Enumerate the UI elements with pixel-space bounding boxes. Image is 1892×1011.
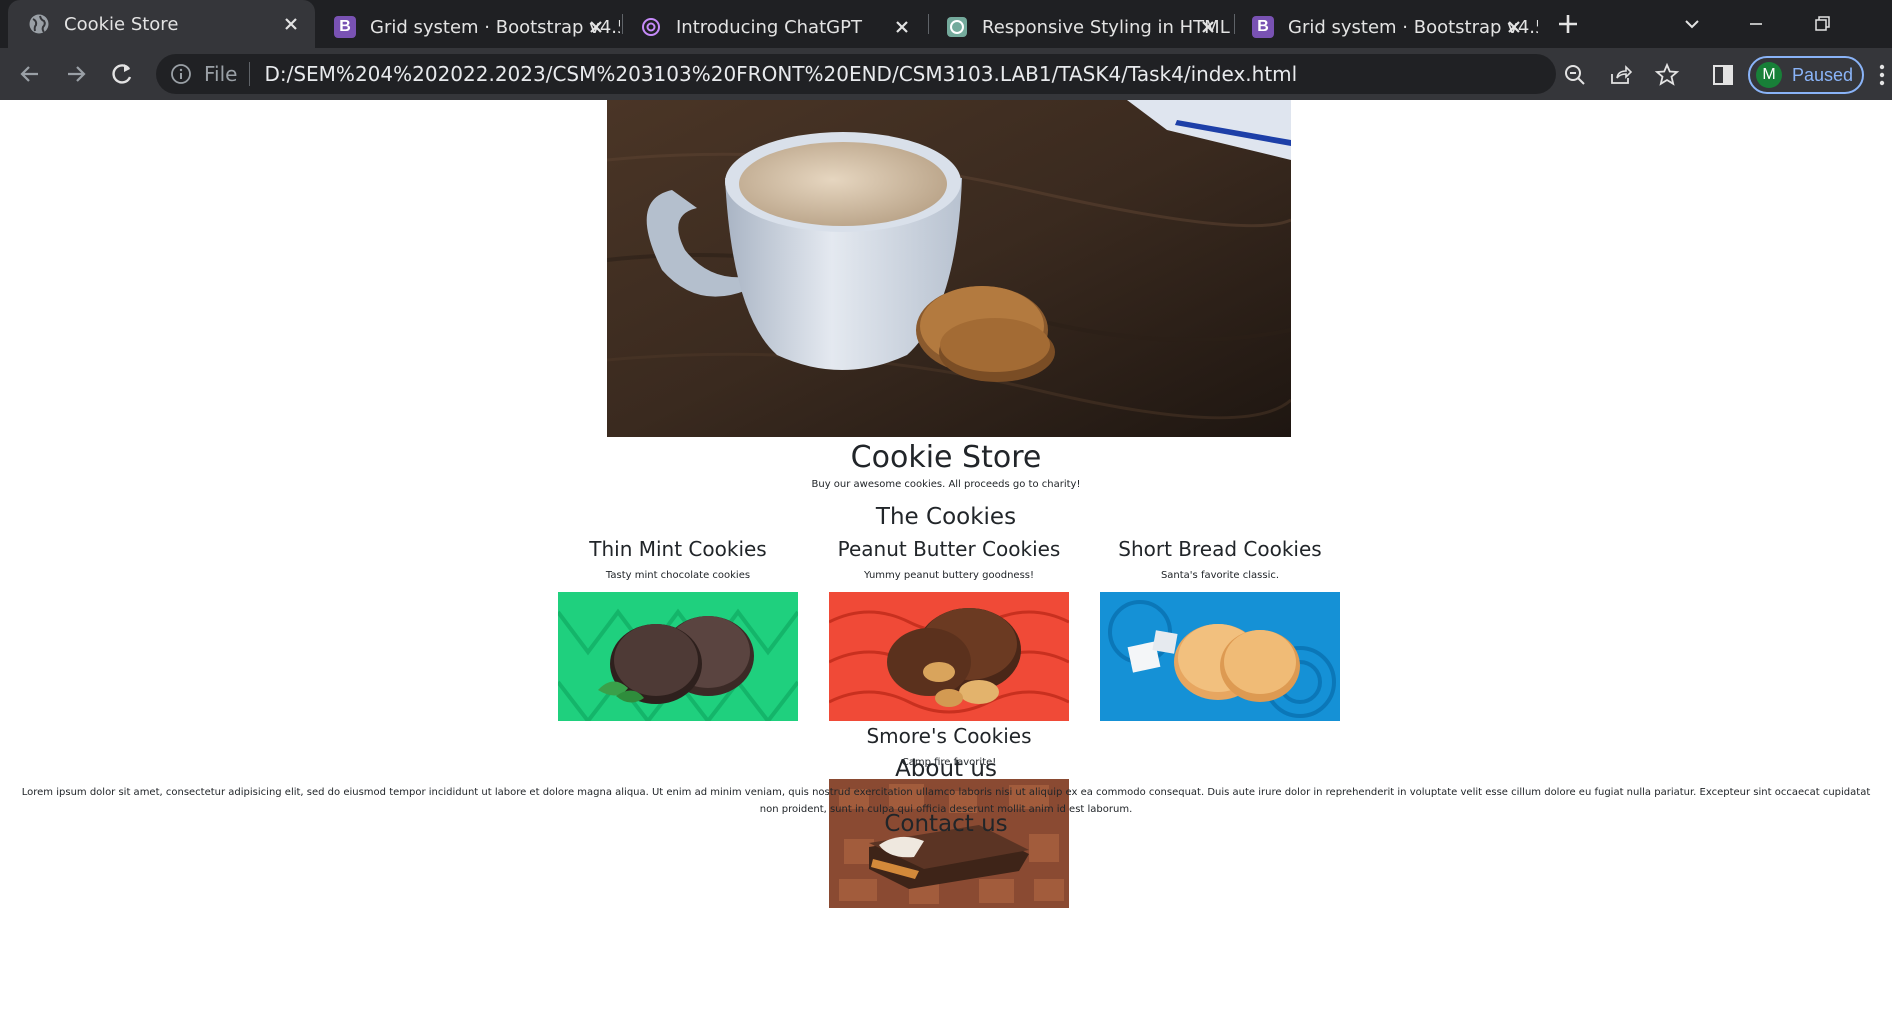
avatar: M — [1756, 62, 1782, 88]
share-icon[interactable] — [1608, 62, 1634, 88]
tab-title: Cookie Store — [64, 13, 179, 35]
openai-icon — [640, 16, 662, 38]
url-text[interactable]: D:/SEM%204%202022.2023/CSM%203103%20FRON… — [264, 62, 1297, 86]
reload-icon[interactable] — [108, 60, 136, 88]
tab-strip: Cookie Store B Grid system · Bootstrap v… — [0, 0, 1892, 48]
profile-status-label: Paused — [1792, 64, 1854, 85]
page-viewport: Cookie Store Buy our awesome cookies. Al… — [0, 100, 1892, 1011]
hero-image — [607, 100, 1291, 437]
short-bread-image — [1100, 592, 1340, 721]
tab-title: Grid system · Bootstrap v4.5 — [1288, 16, 1538, 38]
address-separator — [249, 62, 251, 86]
close-tab-icon[interactable] — [1504, 17, 1524, 37]
chatgpt-icon — [946, 16, 968, 38]
bootstrap-icon: B — [334, 16, 356, 38]
thin-mint-image — [558, 592, 798, 721]
close-tab-icon[interactable] — [1198, 17, 1218, 37]
page-title: Cookie Store — [850, 440, 1042, 475]
tab-grid-system-1[interactable]: B Grid system · Bootstrap v4.5 — [314, 6, 620, 48]
browser-toolbar: File D:/SEM%204%202022.2023/CSM%203103%2… — [0, 48, 1892, 100]
tab-responsive-styling[interactable]: Responsive Styling in HTML — [926, 6, 1232, 48]
about-heading: About us — [895, 756, 997, 782]
minimize-icon[interactable] — [1742, 10, 1770, 38]
address-bar[interactable]: File D:/SEM%204%202022.2023/CSM%203103%2… — [156, 54, 1556, 94]
cookie-description: Yummy peanut buttery goodness! — [863, 570, 1035, 581]
info-icon[interactable] — [170, 63, 192, 85]
cookie-description: Tasty mint chocolate cookies — [605, 570, 751, 581]
profile-button[interactable]: M Paused — [1748, 56, 1864, 94]
cookie-description: Santa's favorite classic. — [1160, 570, 1280, 581]
back-arrow-icon[interactable] — [16, 60, 44, 88]
cookie-card-peanut-butter: Peanut Butter Cookies Yummy peanut butte… — [829, 536, 1069, 721]
close-tab-icon[interactable] — [892, 17, 912, 37]
cookie-card-thin-mint: Thin Mint Cookies Tasty mint chocolate c… — [558, 536, 798, 721]
restore-icon[interactable] — [1808, 10, 1836, 38]
cookie-name: Short Bread Cookies — [1118, 537, 1322, 561]
cookie-name: Smore's Cookies — [866, 724, 1032, 748]
contact-heading: Contact us — [884, 811, 1008, 837]
tab-search-chevron-icon[interactable] — [1678, 10, 1706, 38]
peanut-butter-image — [829, 592, 1069, 721]
tab-title: Responsive Styling in HTML — [982, 16, 1230, 38]
cookie-card-short-bread: Short Bread Cookies Santa's favorite cla… — [1100, 536, 1340, 721]
more-menu-icon[interactable] — [1876, 62, 1888, 88]
tab-title: Introducing ChatGPT — [676, 16, 862, 38]
zoom-icon[interactable] — [1562, 62, 1588, 88]
globe-icon — [28, 13, 50, 35]
bookmark-star-icon[interactable] — [1654, 62, 1680, 88]
new-tab-icon[interactable] — [1554, 10, 1582, 38]
tab-grid-system-2[interactable]: B Grid system · Bootstrap v4.5 — [1232, 6, 1538, 48]
side-panel-icon[interactable] — [1710, 62, 1736, 88]
bootstrap-icon: B — [1252, 16, 1274, 38]
forward-arrow-icon[interactable] — [62, 60, 90, 88]
close-tab-icon[interactable] — [281, 14, 301, 34]
tab-introducing-chatgpt[interactable]: Introducing ChatGPT — [620, 6, 926, 48]
cookies-heading: The Cookies — [875, 504, 1017, 530]
page-tagline: Buy our awesome cookies. All proceeds go… — [811, 479, 1081, 490]
tab-cookie-store[interactable]: Cookie Store — [8, 0, 315, 48]
url-scheme-label: File — [204, 62, 238, 86]
tab-title: Grid system · Bootstrap v4.5 — [370, 16, 620, 38]
close-tab-icon[interactable] — [586, 17, 606, 37]
